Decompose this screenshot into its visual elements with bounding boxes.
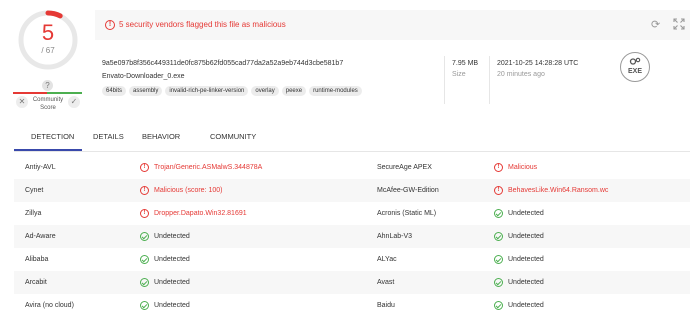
analysis-date: 2021-10-25 14:28:28 UTC: [497, 60, 579, 67]
detection-result: BehavesLike.Win64.Ransom.wc: [508, 187, 609, 194]
exe-file-type-icon: EXE: [620, 52, 650, 82]
file-size: 7.95 MB: [452, 60, 479, 67]
refresh-icon[interactable]: ⟳: [651, 18, 660, 31]
community-help-icon[interactable]: ?: [42, 80, 53, 91]
vote-harmless-icon[interactable]: ✓: [68, 96, 80, 108]
community-score-bar-negative: [13, 92, 47, 94]
tab-community[interactable]: COMMUNITY: [210, 132, 256, 141]
check-circle-icon: [140, 278, 149, 287]
report-tabs: DETECTION DETAILS BEHAVIOR COMMUNITY: [14, 121, 690, 152]
table-row: Avira (no cloud) Undetected Baidu Undetecte…: [14, 294, 690, 317]
detection-result: Malicious (score: 100): [154, 187, 223, 194]
community-label-line1: Community: [32, 97, 64, 103]
vendor-name: Antiy-AVL: [25, 164, 56, 171]
tag[interactable]: 64bits: [102, 86, 127, 96]
vendor-name: Baidu: [377, 302, 395, 309]
tag[interactable]: overlay: [251, 86, 279, 96]
detection-result: Undetected: [508, 279, 544, 286]
table-row: Antiy-AVL! Trojan/Generic.ASMalwS.344878A…: [14, 156, 690, 179]
alert-icon: !: [494, 163, 503, 172]
tag[interactable]: assembly: [129, 86, 163, 96]
alert-icon: !: [105, 20, 115, 30]
vendor-name: Arcabit: [25, 279, 47, 286]
file-type-label: EXE: [627, 68, 642, 75]
check-circle-icon: [140, 301, 149, 310]
vendor-name: ALYac: [377, 256, 397, 263]
check-circle-icon: [494, 301, 503, 310]
vendor-name: Ad-Aware: [25, 233, 56, 240]
vendor-name: Avast: [377, 279, 395, 286]
gears-icon: [629, 57, 641, 65]
detection-result: Undetected: [508, 210, 544, 217]
community-score-label: Community Score: [30, 96, 66, 112]
tag[interactable]: runtime-modules: [309, 86, 362, 96]
file-hash[interactable]: 9a5e097b8f356c449311de0fc875b62fd055cad7…: [102, 60, 343, 67]
detection-result: Dropper.Dapato.Win32.81691: [154, 210, 247, 217]
alert-icon: !: [140, 186, 149, 195]
tag[interactable]: invalid-rich-pe-linker-version: [165, 86, 249, 96]
check-circle-icon: [494, 278, 503, 287]
detection-result: Malicious: [508, 164, 538, 171]
detection-result: Undetected: [508, 302, 544, 309]
tab-details[interactable]: DETAILS: [93, 132, 124, 141]
detection-result: Undetected: [154, 302, 190, 309]
alert-icon: !: [494, 186, 503, 195]
check-circle-icon: [494, 209, 503, 218]
tab-behavior[interactable]: BEHAVIOR: [142, 132, 180, 141]
alert-text: 5 security vendors flagged this file as …: [119, 20, 286, 29]
vendor-name: Acronis (Static ML): [377, 210, 437, 217]
vendor-name: Avira (no cloud): [25, 302, 74, 309]
tag[interactable]: peexe: [281, 86, 307, 96]
vendor-name: Zillya: [25, 210, 42, 217]
check-circle-icon: [140, 232, 149, 241]
vendor-name: Alibaba: [25, 256, 49, 263]
table-row: Alibaba Undetected ALYac Undetected: [14, 248, 690, 271]
divider: [444, 56, 445, 104]
vote-malicious-icon[interactable]: ✕: [16, 96, 28, 108]
detection-result: Undetected: [154, 256, 190, 263]
vendor-name: SecureAge APEX: [377, 164, 432, 171]
file-size-label: Size: [452, 71, 466, 78]
table-row: Ad-Aware Undetected AhnLab-V3 Undetected: [14, 225, 690, 248]
detection-count: 5: [41, 20, 55, 45]
engine-total: / 67: [41, 46, 55, 55]
file-name: Envato-Downloader_0.exe: [102, 73, 185, 80]
tab-detection[interactable]: DETECTION: [31, 132, 74, 141]
detection-result: Undetected: [508, 233, 544, 240]
file-tags: 64bits assembly invalid-rich-pe-linker-v…: [102, 86, 362, 96]
vendor-name: McAfee-GW-Edition: [377, 187, 439, 194]
detection-result: Trojan/Generic.ASMalwS.344878A: [154, 164, 263, 171]
alert-icon: !: [140, 163, 149, 172]
detection-result: Undetected: [154, 279, 190, 286]
analysis-date-relative: 20 minutes ago: [497, 71, 545, 78]
divider: [489, 56, 490, 104]
vendor-name: Cynet: [25, 187, 44, 194]
malicious-alert-banner: ! 5 security vendors flagged this file a…: [95, 10, 690, 40]
check-circle-icon: [494, 255, 503, 264]
community-label-line2: Score: [40, 105, 56, 111]
table-row: Arcabit Undetected Avast Undetected: [14, 271, 690, 294]
vendor-name: AhnLab-V3: [377, 233, 413, 240]
alert-icon: !: [140, 209, 149, 218]
detection-result: Undetected: [508, 256, 544, 263]
check-circle-icon: [140, 255, 149, 264]
table-row: Zillya! Dropper.Dapato.Win32.81691 Acronis…: [14, 202, 690, 225]
detection-table: Antiy-AVL! Trojan/Generic.ASMalwS.344878A…: [14, 156, 690, 317]
table-row: Cynet! Malicious (score: 100) McAfee-GW-Ed…: [14, 179, 690, 202]
active-tab-indicator: [14, 149, 82, 151]
check-circle-icon: [494, 232, 503, 241]
detection-score-gauge: 5 / 67: [16, 8, 80, 72]
expand-icon[interactable]: [673, 18, 685, 30]
detection-result: Undetected: [154, 233, 190, 240]
